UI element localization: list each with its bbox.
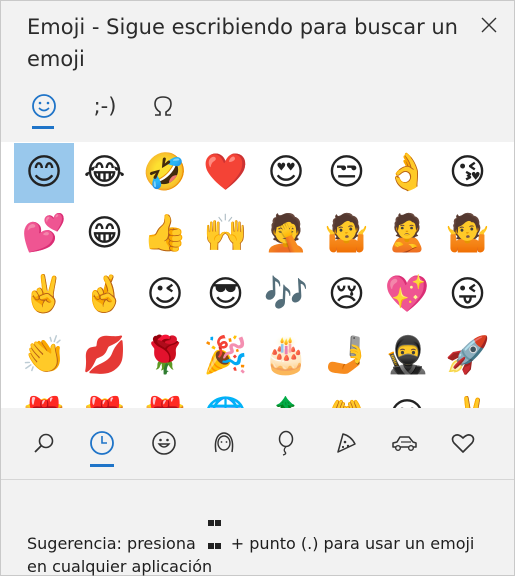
- emoji-cell[interactable]: 😢: [317, 265, 377, 325]
- emoji-cell[interactable]: 🚀: [438, 326, 498, 386]
- category-symbols[interactable]: [441, 421, 485, 465]
- category-bar: [1, 411, 514, 475]
- heart-icon: [451, 434, 475, 453]
- emoji-panel: Emoji - Sigue escribiendo para buscar un…: [0, 0, 515, 576]
- emoji-cell[interactable]: 😊: [14, 143, 74, 203]
- emoji-cell[interactable]: 🌲: [256, 387, 316, 409]
- tab-emoji[interactable]: [20, 83, 68, 129]
- emoji-cell[interactable]: 🤦: [256, 204, 316, 264]
- emoji-cell[interactable]: 🎁: [135, 387, 195, 409]
- close-icon: [481, 17, 497, 33]
- hint-text-before: Sugerencia: presiona: [27, 534, 196, 553]
- panel-title: Emoji - Sigue escribiendo para buscar un…: [27, 15, 458, 71]
- emoji-cell[interactable]: 💕: [14, 204, 74, 264]
- emoji-cell[interactable]: 🎁: [75, 387, 135, 409]
- emoji-cell[interactable]: 🤷: [438, 204, 498, 264]
- emoji-cell[interactable]: 🙌: [196, 204, 256, 264]
- emoji-cell[interactable]: 😂: [75, 143, 135, 203]
- emoji-cell[interactable]: ✌️: [438, 387, 498, 409]
- category-smileys[interactable]: [142, 421, 186, 465]
- emoji-cell[interactable]: 😐: [377, 387, 437, 409]
- emoji-cell[interactable]: 🌐: [196, 387, 256, 409]
- windows-logo-icon: [207, 510, 222, 549]
- tab-kaomoji-label: ;-): [93, 94, 117, 118]
- emoji-cell[interactable]: 👌: [377, 143, 437, 203]
- emoji-cell[interactable]: 💋: [75, 326, 135, 386]
- emoji-cell[interactable]: 😍: [256, 143, 316, 203]
- category-people[interactable]: [202, 421, 246, 465]
- emoji-cell[interactable]: 🎁: [14, 387, 74, 409]
- emoji-cell[interactable]: 😉: [135, 265, 195, 325]
- category-search[interactable]: [22, 421, 66, 465]
- emoji-cell[interactable]: 😒: [317, 143, 377, 203]
- emoji-grid: 😊😂🤣❤️😍😒👌😘💕😁👍🙌🤦🤷🙎🤷✌️🤞😉😎🎶😢💖😜👏💋🌹🎉🎂🤳🥷🚀🎁🎁🎁🌐🌲🤲…: [1, 142, 514, 408]
- emoji-cell[interactable]: 😁: [75, 204, 135, 264]
- emoji-cell[interactable]: 🙎: [377, 204, 437, 264]
- emoji-cell[interactable]: 🤞: [75, 265, 135, 325]
- category-food[interactable]: [324, 421, 368, 465]
- emoji-cell[interactable]: 🎂: [256, 326, 316, 386]
- emoji-cell[interactable]: 😘: [438, 143, 498, 203]
- smiley-face-icon: [152, 431, 176, 455]
- person-icon: [214, 432, 234, 453]
- pizza-icon: [337, 433, 356, 453]
- emoji-cell[interactable]: 🤣: [135, 143, 195, 203]
- emoji-cell[interactable]: 🎶: [256, 265, 316, 325]
- category-recent[interactable]: [80, 421, 124, 467]
- omega-icon: [154, 96, 172, 116]
- emoji-cell[interactable]: 😜: [438, 265, 498, 325]
- emoji-cell[interactable]: 👍: [135, 204, 195, 264]
- emoji-cell[interactable]: 😎: [196, 265, 256, 325]
- emoji-cell[interactable]: 🎉: [196, 326, 256, 386]
- emoji-cell[interactable]: 🥷: [377, 326, 437, 386]
- car-icon: [392, 436, 417, 451]
- category-celebration[interactable]: [263, 421, 307, 465]
- emoji-cell[interactable]: 🤷: [317, 204, 377, 264]
- tab-kaomoji[interactable]: ;-): [81, 83, 129, 129]
- category-travel[interactable]: [382, 421, 426, 465]
- emoji-cell[interactable]: 🌹: [135, 326, 195, 386]
- tab-bar: ;-): [1, 83, 514, 135]
- search-icon: [34, 433, 54, 453]
- balloon-icon: [278, 430, 294, 456]
- emoji-cell[interactable]: 🤳: [317, 326, 377, 386]
- emoji-cell[interactable]: ❤️: [196, 143, 256, 203]
- smiley-icon: [32, 94, 56, 118]
- tab-symbols[interactable]: [139, 83, 187, 129]
- clock-icon: [90, 431, 114, 455]
- footer-divider: [1, 479, 514, 480]
- emoji-cell[interactable]: 👏: [14, 326, 74, 386]
- emoji-cell[interactable]: 💖: [377, 265, 437, 325]
- emoji-cell[interactable]: 🤲: [317, 387, 377, 409]
- keyboard-hint: Sugerencia: presiona + punto (.) para usa…: [27, 510, 497, 578]
- close-button[interactable]: [473, 9, 505, 41]
- emoji-cell[interactable]: ✌️: [14, 265, 74, 325]
